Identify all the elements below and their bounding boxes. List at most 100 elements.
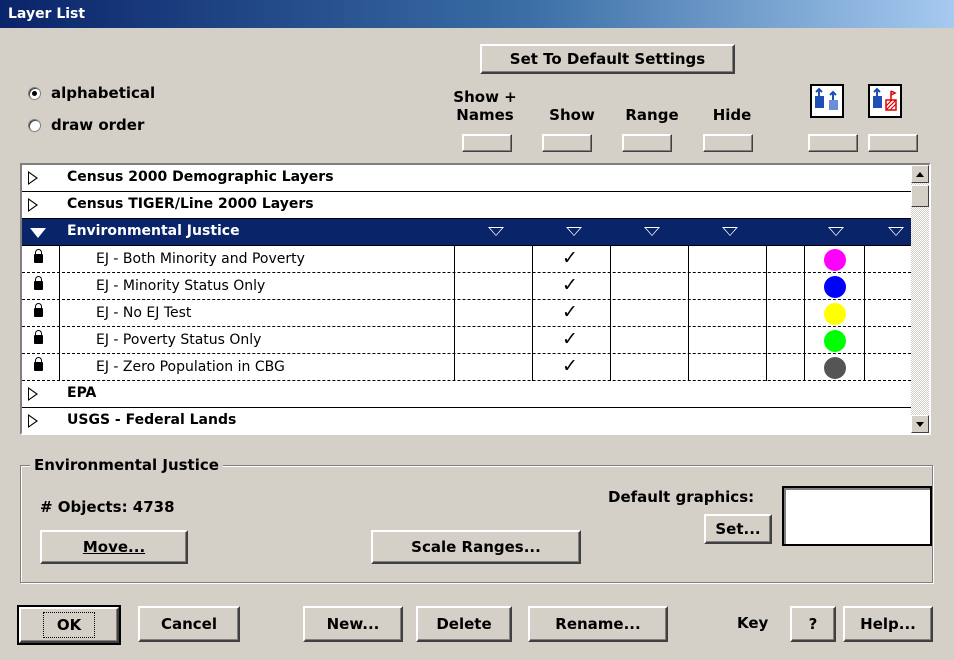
color-dropdown-icon[interactable] (828, 227, 844, 236)
layer-color-swatch[interactable] (824, 303, 846, 325)
show-check-icon[interactable]: ✓ (562, 247, 578, 269)
column-divider (454, 300, 455, 327)
column-divider (766, 327, 767, 354)
layer-up-icon[interactable] (810, 84, 844, 118)
column-divider (766, 300, 767, 327)
column-divider (766, 246, 767, 273)
layer-row[interactable]: EJ - Both Minority and Poverty ✓ (22, 246, 911, 273)
column-divider (766, 273, 767, 300)
hatch-button[interactable] (868, 134, 918, 152)
layer-color-swatch[interactable] (824, 276, 846, 298)
layer-label: EJ - No EJ Test (96, 305, 192, 321)
new-label: New... (326, 615, 380, 633)
layer-hatch-icon[interactable] (868, 84, 902, 118)
lock-icon (34, 249, 43, 263)
group-label: Census 2000 Demographic Layers (67, 169, 334, 185)
column-divider (454, 327, 455, 354)
rename-button[interactable]: Rename... (528, 606, 668, 642)
rename-label: Rename... (555, 615, 641, 633)
show-check-icon[interactable]: ✓ (562, 301, 578, 323)
column-divider (610, 246, 611, 273)
column-divider (532, 327, 533, 354)
set-default-settings-button[interactable]: Set To Default Settings (480, 44, 735, 74)
show-check-icon[interactable]: ✓ (562, 274, 578, 296)
delete-button[interactable]: Delete (416, 606, 512, 642)
draw-order-up-button[interactable] (808, 134, 858, 152)
group-label: Environmental Justice (67, 223, 240, 239)
group-row-census-tiger[interactable]: Census TIGER/Line 2000 Layers (22, 192, 911, 219)
show-names-all-button[interactable] (462, 134, 512, 152)
layer-label: EJ - Both Minority and Poverty (96, 251, 305, 267)
group-row-environmental-justice[interactable]: Environmental Justice (22, 219, 911, 246)
column-divider (688, 300, 689, 327)
show-check-icon[interactable]: ✓ (562, 328, 578, 350)
column-divider (804, 354, 805, 381)
sort-alphabetical-radio[interactable]: alphabetical (28, 84, 155, 102)
scroll-down-button[interactable] (911, 415, 929, 433)
show-names-line1: Show + (453, 88, 517, 106)
sort-alphabetical-label: alphabetical (51, 84, 156, 102)
help-label: Help... (860, 615, 916, 633)
style-dropdown-icon[interactable] (888, 227, 904, 236)
group-row-epa[interactable]: EPA (22, 381, 911, 408)
object-count: # Objects: 4738 (40, 498, 175, 516)
show-check-icon[interactable]: ✓ (562, 355, 578, 377)
cancel-label: Cancel (160, 615, 217, 633)
ok-button[interactable]: OK (17, 605, 121, 645)
show-names-line2: Names (456, 106, 514, 124)
scroll-thumb[interactable] (911, 185, 929, 207)
column-divider (864, 327, 865, 354)
lock-icon (34, 276, 43, 290)
help-question-label: ? (808, 615, 818, 633)
expand-arrow-icon[interactable] (28, 414, 38, 428)
column-divider (532, 354, 533, 381)
hide-dropdown-icon[interactable] (722, 227, 738, 236)
move-button[interactable]: Move... (40, 530, 188, 564)
range-all-button[interactable] (622, 134, 672, 152)
scale-ranges-label: Scale Ranges... (411, 538, 541, 556)
scroll-down-icon (916, 422, 924, 427)
cancel-button[interactable]: Cancel (138, 606, 240, 642)
group-row-census-demographic[interactable]: Census 2000 Demographic Layers (22, 165, 911, 192)
list-scrollbar[interactable] (911, 165, 929, 433)
help-button[interactable]: Help... (843, 606, 933, 642)
column-header-hide: Hide (712, 106, 752, 124)
layer-row[interactable]: EJ - Poverty Status Only ✓ (22, 327, 911, 354)
new-button[interactable]: New... (303, 606, 403, 642)
column-divider (59, 246, 60, 273)
layer-color-swatch[interactable] (824, 357, 846, 379)
column-divider (864, 246, 865, 273)
show-names-dropdown-icon[interactable] (488, 227, 504, 236)
expand-arrow-icon[interactable] (28, 198, 38, 212)
sort-draw-order-label: draw order (51, 116, 145, 134)
expand-arrow-icon[interactable] (28, 171, 38, 185)
layer-list[interactable]: Census 2000 Demographic Layers Census TI… (20, 163, 931, 435)
sort-draw-order-radio[interactable]: draw order (28, 116, 144, 134)
layer-color-swatch[interactable] (824, 330, 846, 352)
radio-selected-icon (28, 86, 41, 100)
column-divider (532, 273, 533, 300)
scale-ranges-button[interactable]: Scale Ranges... (371, 530, 581, 564)
show-dropdown-icon[interactable] (566, 227, 582, 236)
scroll-up-button[interactable] (911, 165, 929, 183)
layer-color-swatch[interactable] (824, 249, 846, 271)
layer-row[interactable]: EJ - Minority Status Only ✓ (22, 273, 911, 300)
set-graphics-button[interactable]: Set... (704, 514, 772, 544)
column-divider (532, 300, 533, 327)
expand-arrow-icon[interactable] (28, 387, 38, 401)
hide-all-button[interactable] (703, 134, 753, 152)
help-question-button[interactable]: ? (790, 606, 836, 642)
layer-row[interactable]: EJ - No EJ Test ✓ (22, 300, 911, 327)
column-divider (688, 246, 689, 273)
set-graphics-label: Set... (715, 520, 761, 538)
column-divider (688, 273, 689, 300)
column-divider (864, 300, 865, 327)
collapse-arrow-icon[interactable] (30, 228, 46, 238)
show-all-button[interactable] (542, 134, 592, 152)
range-dropdown-icon[interactable] (644, 227, 660, 236)
scroll-up-icon (916, 172, 924, 177)
layer-row[interactable]: EJ - Zero Population in CBG ✓ (22, 354, 911, 381)
group-row-usgs-federal-lands[interactable]: USGS - Federal Lands (22, 408, 911, 433)
column-header-show-names: Show + Names (440, 88, 530, 124)
column-divider (610, 273, 611, 300)
